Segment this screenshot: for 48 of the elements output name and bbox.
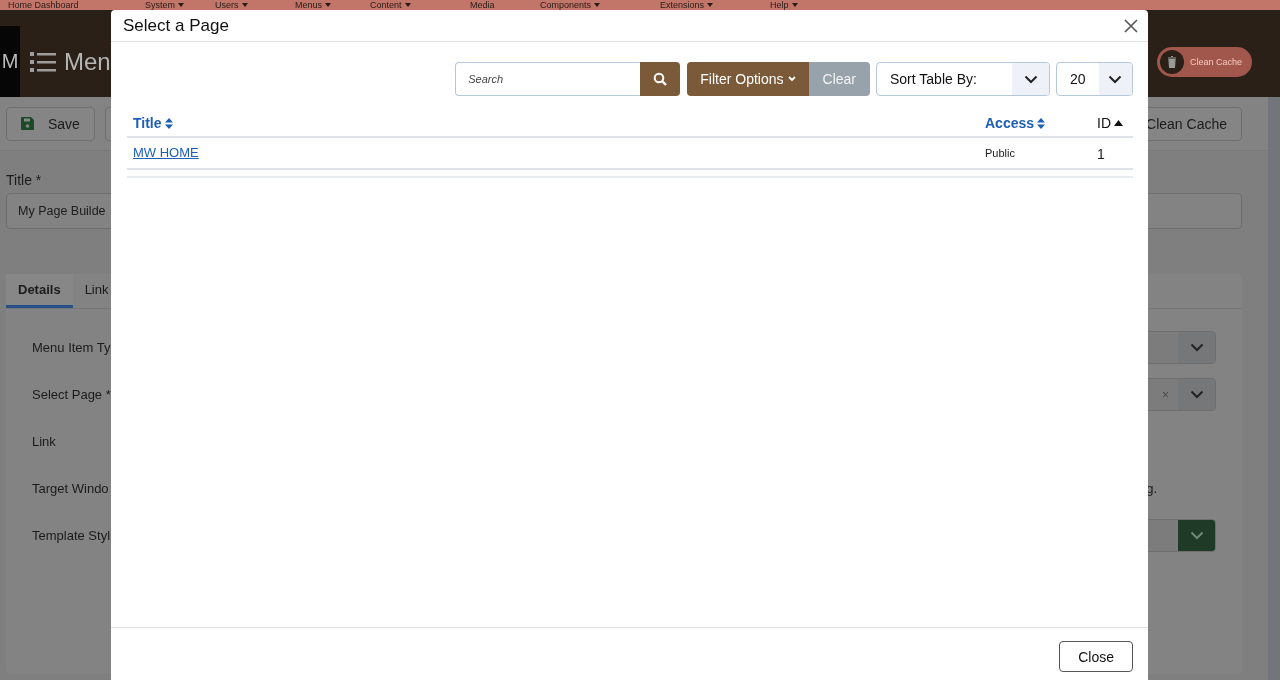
field-label: Link bbox=[32, 434, 56, 449]
caret-icon bbox=[787, 76, 796, 82]
column-header-link[interactable]: Access bbox=[985, 115, 1046, 131]
search-icon bbox=[653, 72, 668, 86]
field-label: Title * bbox=[6, 172, 43, 188]
search-button[interactable] bbox=[640, 62, 681, 96]
logo: M bbox=[0, 26, 20, 97]
sort-select[interactable]: Sort Table By: bbox=[876, 62, 1050, 96]
menu-icon[interactable] bbox=[30, 50, 56, 73]
sort-ascending-icon bbox=[1114, 120, 1123, 126]
sort-icon bbox=[164, 117, 173, 129]
nav-menu-item[interactable]: Menus bbox=[295, 0, 331, 10]
column-header-link[interactable]: ID bbox=[1097, 115, 1123, 131]
trash-icon bbox=[1160, 50, 1184, 74]
nav-menu-item[interactable]: Home Dashboard bbox=[8, 0, 79, 10]
field-label: Select Page * bbox=[32, 387, 111, 402]
id-number: 1 bbox=[1097, 146, 1105, 162]
field-label: Menu Item Ty bbox=[32, 340, 111, 355]
nav-menu-item[interactable]: Components bbox=[540, 0, 601, 10]
filter-options-button[interactable]: Filter Options bbox=[687, 62, 809, 96]
nav-menu-item[interactable]: Media bbox=[470, 0, 495, 10]
nav-menu-item[interactable]: Users bbox=[215, 0, 248, 10]
column-header-link[interactable]: Title bbox=[133, 115, 173, 131]
chevron-icon bbox=[1189, 390, 1204, 399]
save-button[interactable]: Save bbox=[6, 106, 95, 141]
chevron-icon bbox=[1023, 74, 1038, 84]
tab[interactable]: Details bbox=[6, 274, 73, 308]
nav-menu-item[interactable]: System bbox=[145, 0, 184, 10]
chevron-icon bbox=[1189, 343, 1204, 352]
chevron-icon bbox=[1108, 74, 1123, 84]
sort-icon bbox=[1037, 117, 1046, 129]
field-label: Target Windo bbox=[32, 481, 109, 496]
close-icon bbox=[1124, 18, 1138, 33]
close-button[interactable]: Close bbox=[1059, 641, 1133, 672]
tab[interactable]: Link bbox=[72, 274, 121, 308]
limit-select[interactable]: 20 bbox=[1056, 62, 1133, 96]
page-title-link[interactable]: MW HOME bbox=[133, 145, 199, 160]
clean-cache-button[interactable]: Clean Cache bbox=[1157, 47, 1252, 77]
nav-menu-item[interactable]: Extensions bbox=[660, 0, 714, 10]
page-title: Men bbox=[64, 47, 111, 76]
nav-menu-item[interactable]: Help bbox=[770, 0, 798, 10]
nav-menu-item[interactable]: Content bbox=[370, 0, 411, 10]
chevron-icon bbox=[1189, 531, 1204, 540]
modal-title: Select a Page bbox=[123, 15, 229, 36]
search-field[interactable]: Search bbox=[455, 62, 641, 96]
field-label: Template Styl bbox=[32, 528, 111, 543]
close-button[interactable] bbox=[1124, 18, 1138, 33]
access-level: Public bbox=[985, 147, 1015, 159]
